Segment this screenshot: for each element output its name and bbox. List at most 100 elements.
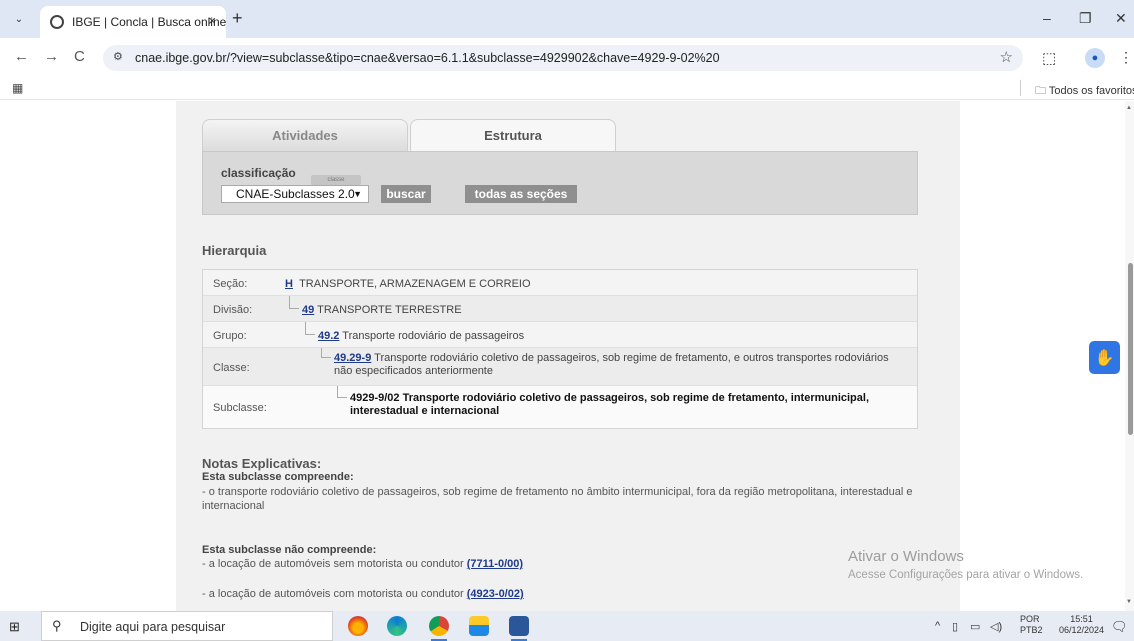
page-viewport: Atividades Estrutura classificação class… [0, 101, 1134, 611]
taskbar-search-box[interactable]: ⚲ Digite aqui para pesquisar [41, 611, 333, 641]
bookmark-star-icon[interactable]: ☆ [1000, 48, 1013, 66]
row-label: Subclasse: [213, 402, 267, 414]
secao-text: TRANSPORTE, ARMAZENAGEM E CORREIO [299, 278, 531, 290]
bookmarks-divider [1020, 80, 1021, 96]
grupo-code-link[interactable]: 49.2 [318, 330, 339, 342]
secao-code-link[interactable]: H [285, 278, 293, 290]
file-explorer-icon[interactable] [469, 616, 489, 636]
windows-activation-title: Ativar o Windows [848, 548, 964, 565]
scroll-down-icon[interactable]: ▼ [1126, 599, 1132, 605]
chevron-down-icon: ▼ [353, 189, 362, 199]
row-label: Divisão: [213, 304, 253, 316]
close-window-icon[interactable]: ✕ [1115, 10, 1127, 27]
browser-tab-bar: ⌄ IBGE | Concla | Busca online × + – ❐ ✕ [0, 0, 1134, 38]
list-item: - a locação de automóveis com motorista … [202, 588, 524, 600]
windows-start-icon[interactable]: ⊞ [9, 619, 20, 635]
tab-atividades[interactable]: Atividades [202, 119, 408, 151]
back-icon[interactable]: ← [14, 48, 29, 65]
edge-icon[interactable] [387, 616, 407, 636]
minimize-icon[interactable]: – [1043, 10, 1051, 26]
scroll-up-icon[interactable]: ▲ [1126, 105, 1132, 111]
all-bookmarks-label: Todos os favoritos [1048, 85, 1134, 97]
tab-search-chevron-icon[interactable]: ⌄ [9, 9, 29, 29]
language-indicator[interactable]: POR PTB2 [1020, 614, 1043, 636]
row-value: 49 TRANSPORTE TERRESTRE [302, 304, 462, 316]
subclasse-text: Transporte rodoviário coletivo de passag… [350, 392, 870, 417]
battery-icon[interactable]: ▯ [952, 620, 958, 633]
reload-icon[interactable]: C [74, 48, 85, 65]
item-link[interactable]: (7711-0/00) [467, 558, 523, 570]
item-text: - a locação de automóveis sem motorista … [202, 558, 464, 570]
item-link[interactable]: (4923-0/02) [467, 588, 524, 600]
list-item: - a locação de automóveis sem motorista … [202, 558, 523, 570]
windows-taskbar: ⊞ ⚲ Digite aqui para pesquisar ^ ▯ ▭ ◁) … [0, 611, 1134, 641]
windows-activation-subtitle: Acesse Configurações para ativar o Windo… [848, 569, 1084, 581]
grupo-text: Transporte rodoviário de passageiros [342, 330, 525, 342]
search-icon: ⚲ [52, 618, 62, 633]
row-value: H TRANSPORTE, ARMAZENAGEM E CORREIO [285, 278, 531, 290]
classification-hint: classe [311, 175, 361, 185]
classe-code-link[interactable]: 49.29-9 [334, 352, 371, 364]
network-icon[interactable]: ▭ [970, 620, 980, 633]
notification-icon[interactable]: 🗨 [1111, 619, 1128, 635]
apps-grid-icon[interactable]: ▦ [12, 81, 23, 95]
hierarchy-row-subclasse: Subclasse: 4929-9/02 Transporte rodoviár… [203, 386, 917, 428]
notas-title: Notas Explicativas: [202, 456, 322, 471]
menu-icon[interactable]: ⋮ [1119, 49, 1133, 66]
row-label: Classe: [213, 362, 250, 374]
row-label: Grupo: [213, 330, 247, 342]
chrome-icon[interactable] [429, 616, 449, 641]
hierarchy-row-classe: Classe: 49.29-9 Transporte rodoviário co… [203, 348, 917, 386]
taskbar-search-placeholder: Digite aqui para pesquisar [80, 620, 226, 634]
hierarchy-row-grupo: Grupo: 49.2 Transporte rodoviário de pas… [203, 322, 917, 348]
url-bar[interactable]: ⚙ cnae.ibge.gov.br/?view=subclasse&tipo=… [103, 45, 1023, 71]
bookmarks-bar: ▦ 🗀 Todos os favoritos [0, 76, 1134, 100]
compreende-title: Esta subclasse compreende: [202, 471, 354, 483]
compreende-text: - o transporte rodoviário coletivo de pa… [202, 486, 913, 512]
main-content: Atividades Estrutura classificação class… [176, 101, 960, 611]
classification-label: classificação [221, 166, 296, 180]
url-text[interactable]: cnae.ibge.gov.br/?view=subclasse&tipo=cn… [135, 51, 720, 65]
tray-chevron-icon[interactable]: ^ [935, 620, 940, 632]
row-label: Seção: [213, 278, 248, 290]
hierarquia-title: Hierarquia [202, 243, 267, 258]
volume-icon[interactable]: ◁) [990, 620, 1002, 633]
restore-icon[interactable]: ❐ [1079, 10, 1092, 27]
classification-select[interactable]: CNAE-Subclasses 2.0 ▼ [221, 185, 369, 203]
hierarchy-row-divisao: Divisão: 49 TRANSPORTE TERRESTRE [203, 296, 917, 322]
item-text: - a locação de automóveis com motorista … [202, 588, 464, 600]
divisao-code-link[interactable]: 49 [302, 304, 314, 316]
word-icon[interactable] [509, 616, 529, 641]
classification-search-panel: classificação classe CNAE-Subclasses 2.0… [202, 151, 918, 215]
firefox-icon[interactable] [348, 616, 368, 636]
classification-selected: CNAE-Subclasses 2.0 [236, 187, 355, 201]
lang-code: POR [1020, 614, 1040, 624]
clock-date: 06/12/2024 [1059, 625, 1105, 635]
profile-avatar[interactable]: ● [1085, 48, 1105, 68]
accessibility-hand-icon[interactable]: ✋ [1089, 341, 1120, 374]
clock-time: 15:51 [1070, 614, 1093, 624]
scrollbar-thumb[interactable] [1128, 263, 1133, 435]
tab-estrutura[interactable]: Estrutura [410, 119, 616, 151]
divisao-text: TRANSPORTE TERRESTRE [317, 304, 462, 316]
hierarchy-row-secao: Seção: H TRANSPORTE, ARMAZENAGEM E CORRE… [203, 270, 917, 296]
row-value: 49.29-9 Transporte rodoviário coletivo d… [334, 352, 894, 378]
new-tab-button[interactable]: + [232, 9, 243, 27]
forward-icon[interactable]: → [44, 48, 59, 65]
hierarchy-table: Seção: H TRANSPORTE, ARMAZENAGEM E CORRE… [202, 269, 918, 429]
todas-secoes-button[interactable]: todas as seções [465, 185, 577, 203]
browser-tab[interactable]: IBGE | Concla | Busca online × [40, 6, 226, 38]
all-bookmarks-folder[interactable]: 🗀 Todos os favoritos [1035, 82, 1134, 101]
tab-close-icon[interactable]: × [208, 13, 216, 28]
taskbar-clock[interactable]: 15:51 06/12/2024 [1059, 614, 1104, 636]
globe-icon [50, 15, 64, 29]
row-value: 4929-9/02 Transporte rodoviário coletivo… [350, 392, 905, 418]
subclasse-code: 4929-9/02 [350, 392, 400, 404]
row-value: 49.2 Transporte rodoviário de passageiro… [318, 330, 524, 342]
site-info-icon[interactable]: ⚙ [113, 50, 123, 63]
extensions-icon[interactable]: ⬚ [1042, 49, 1056, 67]
classe-text: Transporte rodoviário coletivo de passag… [334, 352, 889, 377]
nao-compreende-title: Esta subclasse não compreende: [202, 544, 377, 556]
buscar-button[interactable]: buscar [381, 185, 431, 203]
layout-code: PTB2 [1020, 625, 1043, 635]
